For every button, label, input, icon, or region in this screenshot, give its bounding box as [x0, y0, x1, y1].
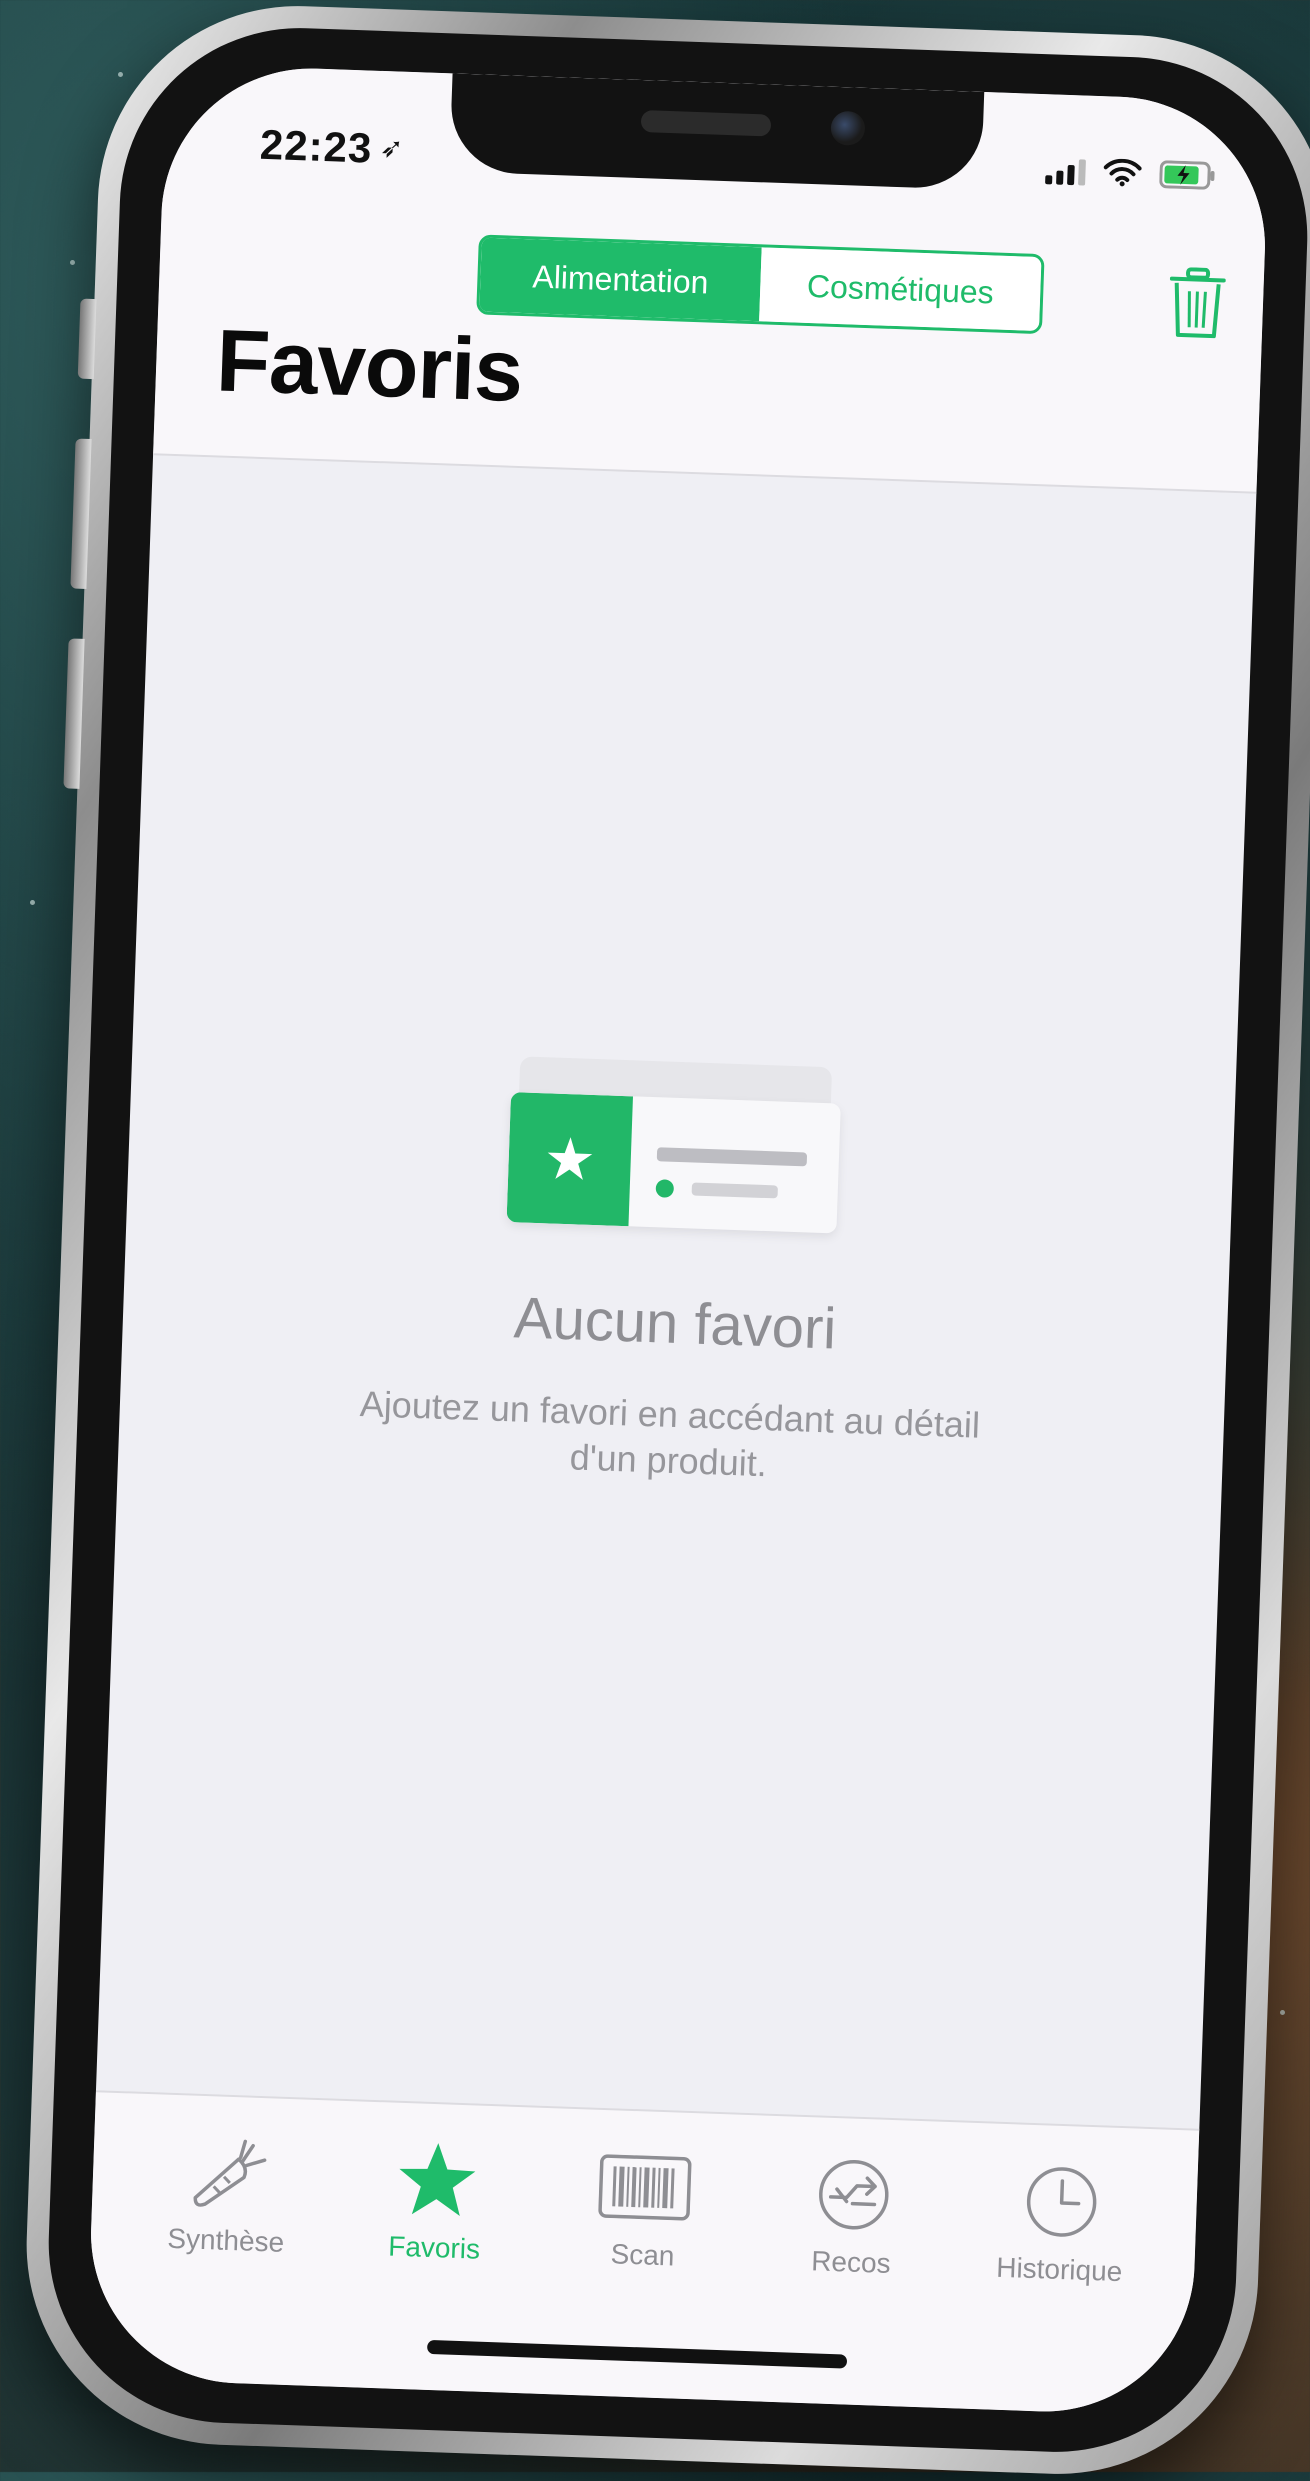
battery-charging-icon	[1159, 160, 1218, 190]
empty-state-subtitle: Ajoutez un favori en accédant au détail …	[359, 1383, 981, 1485]
barcode-icon	[598, 2146, 693, 2229]
page-title: Favoris	[214, 310, 525, 421]
empty-state: ★ Aucun favori Ajoutez un favori en accé…	[97, 453, 1256, 2091]
front-camera	[830, 110, 866, 146]
tab-synthese[interactable]: Synthèse	[130, 2130, 324, 2261]
cellular-signal-icon	[1045, 158, 1086, 186]
illustration-line	[691, 1182, 778, 1199]
illustration-card: ★	[506, 1092, 841, 1234]
location-arrow-icon: ➶	[379, 131, 404, 164]
status-time: 22:23	[259, 120, 374, 172]
illustration-dot	[655, 1179, 675, 1198]
carrot-icon	[187, 2131, 270, 2214]
speaker-grille	[640, 110, 772, 137]
recommendations-icon	[815, 2153, 892, 2236]
tab-label-recos: Recos	[810, 2245, 892, 2280]
tab-historique[interactable]: Historique	[964, 2159, 1158, 2290]
phone-screen: 22:23 ➶ Alimentation Cosmétiques Favoris…	[85, 63, 1271, 2417]
phone-device: 22:23 ➶ Alimentation Cosmétiques Favoris…	[19, 0, 1310, 2481]
silent-switch	[77, 298, 97, 380]
tab-label-historique: Historique	[995, 2251, 1123, 2288]
wifi-icon	[1103, 158, 1142, 187]
tab-label-scan: Scan	[610, 2238, 675, 2272]
tab-label-favoris: Favoris	[387, 2230, 481, 2265]
segment-cosmetiques[interactable]: Cosmétiques	[759, 247, 1042, 332]
illustration-line	[656, 1147, 808, 1167]
clock-icon	[1023, 2161, 1100, 2244]
empty-state-title: Aucun favori	[512, 1285, 838, 1362]
tab-bar: Synthèse Favoris Scan Recos Historique	[85, 2090, 1200, 2417]
category-segmented-control: Alimentation Cosmétiques	[476, 234, 1045, 335]
star-icon	[395, 2139, 478, 2222]
tab-scan[interactable]: Scan	[547, 2144, 741, 2275]
tab-favoris[interactable]: Favoris	[339, 2137, 533, 2268]
home-indicator[interactable]	[426, 2339, 848, 2369]
favorite-card-illustration: ★	[506, 1056, 842, 1257]
tab-recos[interactable]: Recos	[755, 2151, 949, 2282]
tab-label-synthese: Synthèse	[166, 2222, 285, 2258]
trash-icon[interactable]	[1168, 267, 1227, 346]
phone-notch	[449, 73, 985, 190]
segment-alimentation[interactable]: Alimentation	[479, 237, 762, 322]
star-icon: ★	[506, 1092, 633, 1227]
status-icons	[1045, 156, 1218, 190]
